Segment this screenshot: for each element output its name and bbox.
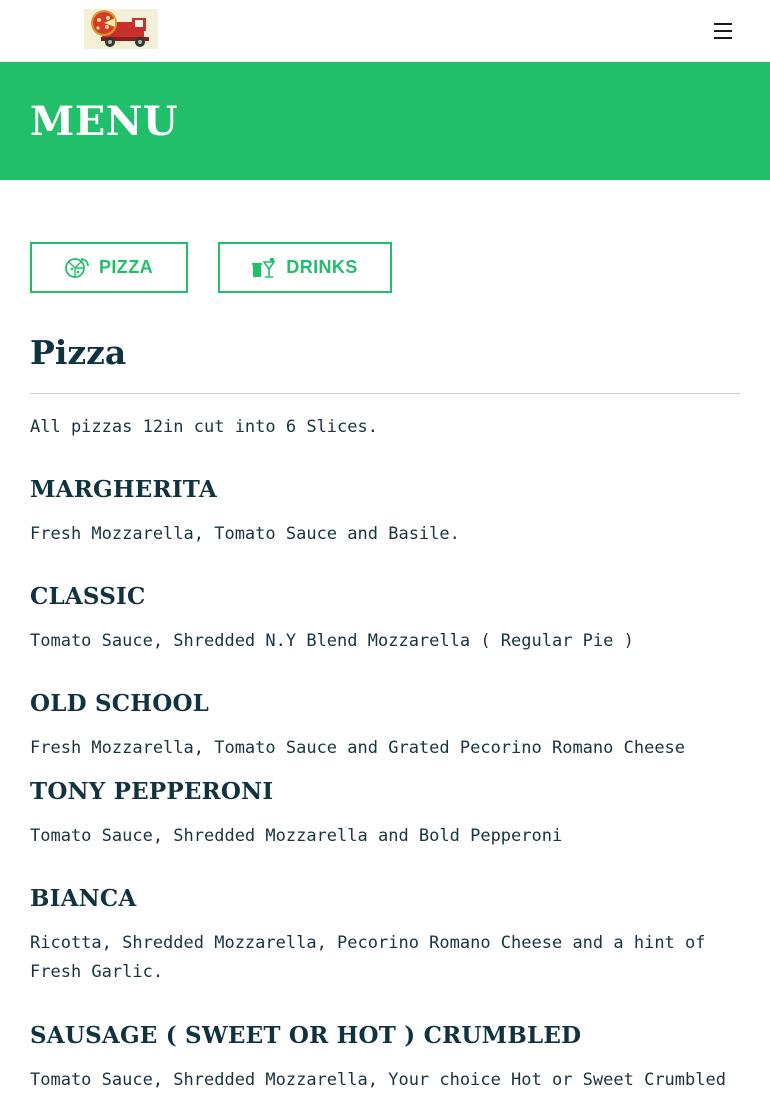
hamburger-menu-button[interactable] <box>711 20 735 42</box>
pizza-truck-logo-icon <box>84 9 158 49</box>
menu-item-name: CLASSIC <box>30 583 146 610</box>
hamburger-line-icon <box>714 37 732 39</box>
menu-item-description: Tomato Sauce, Shredded Mozzarella, Your … <box>30 1070 726 1090</box>
menu-item-description: Fresh Mozzarella, Tomato Sauce and Basil… <box>30 524 460 544</box>
hero-banner: MENU <box>0 62 770 180</box>
menu-item-name: SAUSAGE ( SWEET OR HOT ) CRUMBLED <box>30 1022 582 1049</box>
site-header <box>0 0 770 62</box>
menu-item-name: TONY PEPPERONI <box>30 778 274 805</box>
hamburger-line-icon <box>714 23 732 25</box>
menu-item-name: OLD SCHOOL <box>30 690 210 717</box>
menu-item-description: Ricotta, Shredded Mozzarella, Pecorino R… <box>30 933 706 982</box>
logo[interactable] <box>84 9 158 49</box>
section-title: Pizza <box>30 333 127 372</box>
tab-pizza-label: PIZZA <box>99 257 153 277</box>
menu-item-description: Tomato Sauce, Shredded Mozzarella and Bo… <box>30 826 563 846</box>
tab-pizza[interactable]: PIZZA <box>30 242 188 293</box>
drinks-icon <box>252 257 276 278</box>
pizza-slice-icon <box>65 257 89 278</box>
menu-item-name: MARGHERITA <box>30 476 217 503</box>
divider <box>30 393 740 394</box>
section-note: All pizzas 12in cut into 6 Slices. <box>30 417 378 437</box>
tab-drinks-label: DRINKS <box>286 257 358 277</box>
page-title: MENU <box>30 98 179 145</box>
menu-item-description: Fresh Mozzarella, Tomato Sauce and Grate… <box>30 738 686 758</box>
menu-item-name: BIANCA <box>30 885 137 912</box>
menu-item-description: Tomato Sauce, Shredded N.Y Blend Mozzare… <box>30 631 634 651</box>
hamburger-line-icon <box>714 30 732 32</box>
tab-drinks[interactable]: DRINKS <box>218 242 392 293</box>
